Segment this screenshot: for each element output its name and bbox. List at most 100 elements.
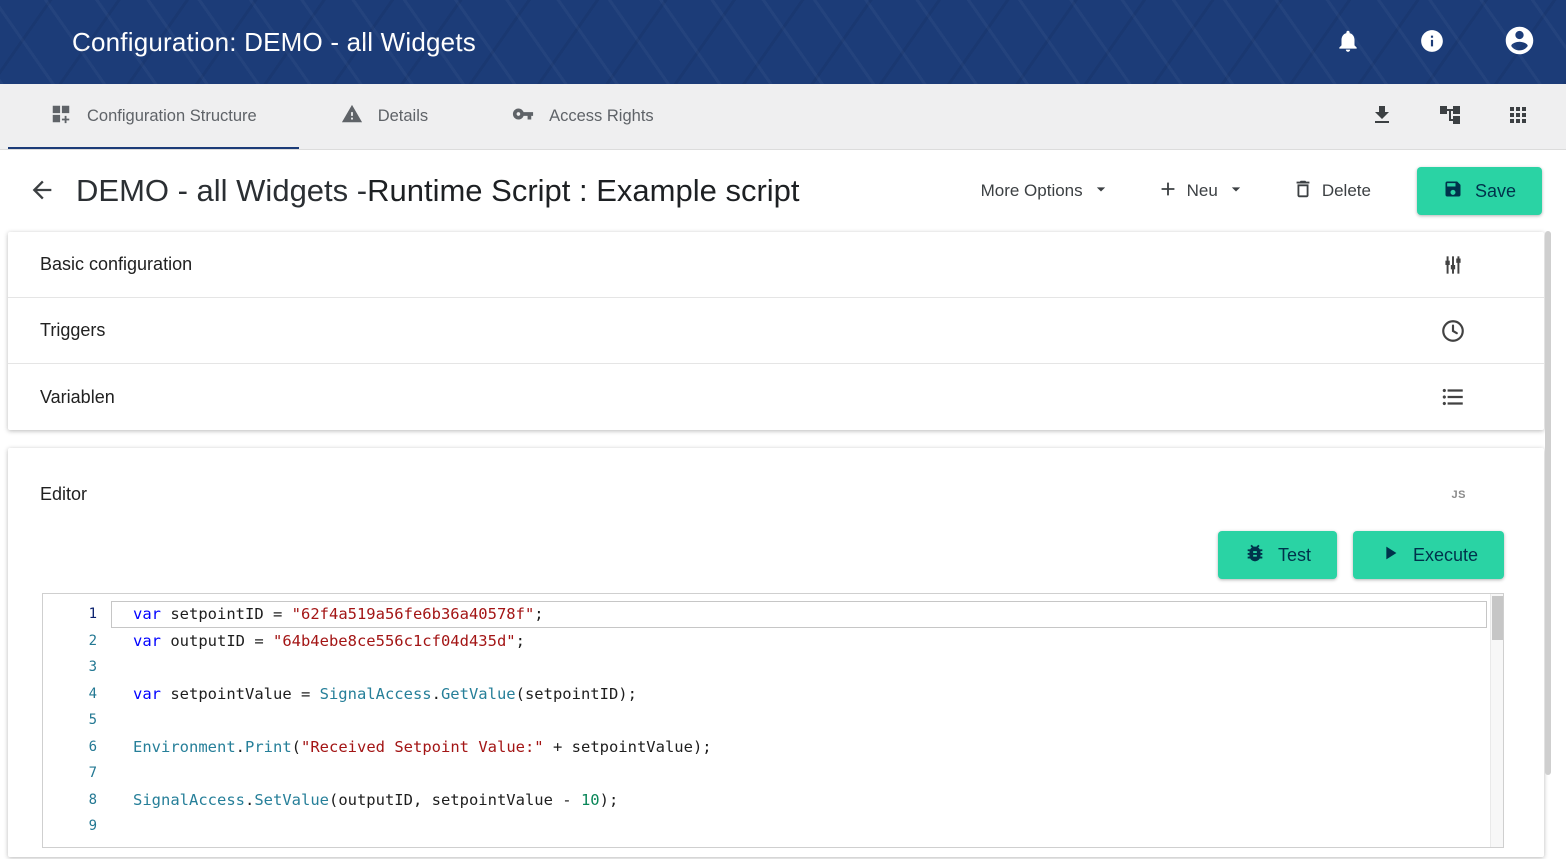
line-number: 7 [43, 760, 111, 787]
code-line-content[interactable]: Environment.Print("Received Setpoint Val… [111, 734, 1487, 761]
line-number: 5 [43, 707, 111, 734]
execute-button[interactable]: Execute [1353, 531, 1504, 579]
code-line-content[interactable]: SignalAccess.SetValue(outputID, setpoint… [111, 787, 1487, 814]
code-line-content[interactable]: var outputID = "64b4ebe8ce556c1cf04d435d… [111, 628, 1487, 655]
play-icon [1379, 542, 1401, 569]
code-lines: 1var setpointID = "62f4a519a56fe6b36a405… [43, 601, 1503, 840]
line-number: 2 [43, 628, 111, 655]
accordion-row-variablen[interactable]: Variablen [8, 364, 1544, 430]
warning-icon [341, 103, 363, 130]
hierarchy-button[interactable] [1438, 103, 1462, 130]
code-line[interactable]: 4var setpointValue = SignalAccess.GetVal… [43, 681, 1503, 708]
code-line[interactable]: 6Environment.Print("Received Setpoint Va… [43, 734, 1503, 761]
execute-label: Execute [1413, 545, 1478, 566]
code-line[interactable]: 8SignalAccess.SetValue(outputID, setpoin… [43, 787, 1503, 814]
line-number: 6 [43, 734, 111, 761]
trash-icon [1292, 178, 1314, 205]
page-title-main: Runtime Script : Example script [367, 173, 799, 209]
more-options-button[interactable]: More Options [981, 179, 1111, 204]
info-icon [1419, 28, 1445, 57]
code-line[interactable]: 5 [43, 707, 1503, 734]
code-line[interactable]: 1var setpointID = "62f4a519a56fe6b36a405… [43, 601, 1503, 628]
line-number: 4 [43, 681, 111, 708]
accordion-row-label: Triggers [40, 320, 105, 341]
apps-grid-icon [1506, 103, 1530, 130]
accordion-row-triggers[interactable]: Triggers [8, 298, 1544, 364]
page-scrollbar[interactable] [1545, 231, 1551, 775]
editor-scrollbar-thumb[interactable] [1492, 596, 1503, 640]
editor-head: Editor JS [8, 448, 1544, 505]
code-line-content[interactable]: var setpointValue = SignalAccess.GetValu… [111, 681, 1487, 708]
save-label: Save [1475, 181, 1516, 202]
bell-icon [1335, 28, 1361, 57]
header-actions: More Options Neu Delete [981, 167, 1542, 215]
code-line[interactable]: 2var outputID = "64b4ebe8ce556c1cf04d435… [43, 628, 1503, 655]
accordion-card: Basic configuration Triggers Variablen [8, 232, 1544, 430]
accordion-row-basic-configuration[interactable]: Basic configuration [8, 232, 1544, 298]
accordion-row-label: Basic configuration [40, 254, 192, 275]
tab-label: Configuration Structure [87, 107, 257, 126]
page-header: DEMO - all Widgets - Runtime Script : Ex… [0, 150, 1566, 232]
test-label: Test [1278, 545, 1311, 566]
window-title: Configuration: DEMO - all Widgets [72, 27, 476, 58]
delete-label: Delete [1322, 181, 1371, 201]
save-icon [1443, 179, 1463, 204]
tab-configuration-structure[interactable]: Configuration Structure [8, 84, 299, 149]
plus-icon [1157, 178, 1179, 205]
page-title: DEMO - all Widgets - Runtime Script : Ex… [76, 173, 800, 209]
topbar-icons [1335, 24, 1536, 60]
tabs-bar: Configuration Structure Details Access R… [0, 84, 1566, 150]
account-button[interactable] [1503, 24, 1536, 60]
list-icon [1440, 384, 1466, 410]
code-line-content[interactable] [111, 654, 1487, 681]
language-badge: JS [1452, 489, 1466, 501]
line-number: 3 [43, 654, 111, 681]
editor-card: Editor JS Test Execute 1var se [8, 448, 1544, 857]
key-icon [512, 103, 534, 130]
test-button[interactable]: Test [1218, 531, 1337, 579]
download-icon [1370, 103, 1394, 130]
apps-grid-button[interactable] [1506, 103, 1530, 130]
editor-actions: Test Execute [8, 505, 1544, 589]
main-content: Basic configuration Triggers Variablen [0, 232, 1566, 857]
tabsbar-actions [1370, 84, 1566, 149]
arrow-back-icon [28, 176, 56, 207]
tab-label: Details [378, 107, 428, 126]
new-button[interactable]: Neu [1157, 178, 1246, 205]
code-line-content[interactable] [111, 707, 1487, 734]
chevron-down-icon [1091, 179, 1111, 204]
notifications-button[interactable] [1335, 28, 1361, 57]
accordion-row-label: Variablen [40, 387, 115, 408]
line-number: 9 [43, 813, 111, 840]
line-number: 1 [43, 601, 111, 628]
save-button[interactable]: Save [1417, 167, 1542, 215]
code-line[interactable]: 9 [43, 813, 1503, 840]
editor-scrollbar[interactable] [1490, 594, 1503, 847]
code-line[interactable]: 7 [43, 760, 1503, 787]
download-button[interactable] [1370, 103, 1394, 130]
tab-access-rights[interactable]: Access Rights [470, 84, 696, 149]
app-window: Configuration: DEMO - all Widgets [0, 0, 1566, 859]
configuration-structure-icon [50, 103, 72, 130]
tab-details[interactable]: Details [299, 84, 470, 149]
code-line[interactable]: 3 [43, 654, 1503, 681]
code-line-content[interactable]: var setpointID = "62f4a519a56fe6b36a4057… [111, 601, 1487, 628]
code-line-content[interactable] [111, 760, 1487, 787]
new-label: Neu [1187, 181, 1218, 201]
info-button[interactable] [1419, 28, 1445, 57]
line-number: 8 [43, 787, 111, 814]
code-editor[interactable]: 1var setpointID = "62f4a519a56fe6b36a405… [42, 593, 1504, 848]
delete-button[interactable]: Delete [1292, 178, 1371, 205]
chevron-down-icon [1226, 179, 1246, 204]
bug-icon [1244, 542, 1266, 569]
clock-icon [1440, 318, 1466, 344]
back-button[interactable] [24, 172, 60, 211]
editor-label: Editor [40, 484, 87, 505]
topbar: Configuration: DEMO - all Widgets [0, 0, 1566, 84]
hierarchy-icon [1438, 103, 1462, 130]
code-line-content[interactable] [111, 813, 1487, 840]
more-options-label: More Options [981, 181, 1083, 201]
sliders-icon [1440, 252, 1466, 278]
tab-label: Access Rights [549, 107, 654, 126]
account-icon [1503, 24, 1536, 60]
